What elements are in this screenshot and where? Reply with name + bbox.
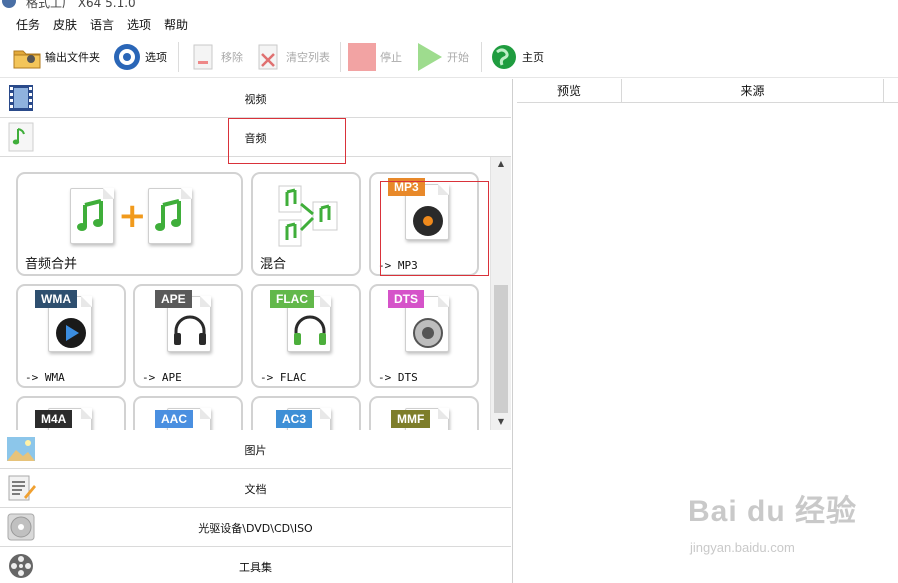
category-disc-label: 光驱设备\DVD\CD\ISO (198, 522, 313, 535)
tile-mmf[interactable]: MMF (369, 396, 479, 430)
menu-options[interactable]: 选项 (127, 16, 151, 33)
scroll-down-arrow-icon[interactable]: ▼ (491, 415, 511, 429)
wma-format-tag: WMA (35, 290, 77, 308)
stop-icon (347, 42, 377, 72)
tile-mix-label: 混合 (260, 257, 287, 272)
tile-wma[interactable]: WMA -> WMA (16, 284, 126, 388)
category-disc[interactable]: 光驱设备\DVD\CD\ISO (0, 508, 511, 547)
tile-ape-label: -> APE (142, 371, 182, 384)
m4a-format-tag: M4A (35, 410, 73, 428)
dts-format-tag: DTS (388, 290, 424, 308)
home-label: 主页 (522, 51, 544, 64)
category-video-label: 视频 (244, 93, 267, 106)
output-folder-button[interactable]: 输出文件夹 (12, 40, 100, 74)
options-button[interactable]: 选项 (112, 40, 167, 74)
ape-format-tag: APE (155, 290, 192, 308)
grid-scrollbar[interactable]: ▲ ▼ (490, 157, 511, 430)
remove-doc-icon (188, 42, 218, 72)
category-document-label: 文档 (244, 483, 267, 496)
highlight-box-mp3 (380, 181, 489, 276)
output-folder-label: 输出文件夹 (45, 51, 100, 64)
app-icon (2, 0, 16, 8)
highlight-box-audio (228, 118, 346, 164)
music-doc-icon (148, 188, 192, 244)
remove-button[interactable]: 移除 (188, 40, 243, 74)
watermark-sub-text: jingyan.baidu.com (690, 540, 795, 555)
tile-mix[interactable]: 混合 (251, 172, 361, 276)
tile-audio-join-label: 音频合并 (25, 257, 78, 272)
globe-icon (489, 42, 519, 72)
play-icon (414, 42, 444, 72)
home-button[interactable]: 主页 (489, 40, 544, 74)
menu-help[interactable]: 帮助 (164, 16, 188, 33)
toolbar-divider (178, 42, 179, 72)
window-title: 格式工厂 X64 5.1.0 (26, 0, 136, 10)
stop-label: 停止 (380, 51, 402, 64)
category-tools[interactable]: 工具集 (0, 547, 511, 583)
clear-list-button[interactable]: 清空列表 (253, 40, 330, 74)
mix-icon (275, 184, 341, 250)
tile-ac3[interactable]: AC3 (251, 396, 361, 430)
tile-flac[interactable]: FLAC -> FLAC (251, 284, 361, 388)
tile-dts-label: -> DTS (378, 371, 418, 384)
toolbar-divider (481, 42, 482, 72)
tile-m4a[interactable]: M4A (16, 396, 126, 430)
options-gear-icon (112, 42, 142, 72)
category-image[interactable]: 图片 (0, 430, 511, 469)
menu-skin[interactable]: 皮肤 (53, 16, 77, 33)
title-bar: 格式工厂 X64 5.1.0 (0, 0, 898, 12)
menu-bar: 任务 皮肤 语言 选项 帮助 (0, 13, 898, 35)
clear-list-icon (253, 42, 283, 72)
category-tools-label: 工具集 (239, 561, 272, 574)
tile-wma-label: -> WMA (25, 371, 65, 384)
start-button[interactable]: 开始 (414, 40, 469, 74)
mmf-format-tag: MMF (391, 410, 431, 428)
scroll-thumb[interactable] (494, 285, 508, 413)
tile-audio-join[interactable]: + 音频合并 (16, 172, 243, 276)
tile-aac[interactable]: AAC (133, 396, 243, 430)
toolbar-divider (340, 42, 341, 72)
plus-icon: + (118, 196, 147, 236)
category-image-label: 图片 (244, 444, 267, 457)
flac-format-tag: FLAC (270, 290, 314, 308)
category-video[interactable]: 视频 (0, 79, 511, 118)
category-document[interactable]: 文档 (0, 469, 511, 508)
tile-ape[interactable]: APE -> APE (133, 284, 243, 388)
toolbar: 输出文件夹 选项 移除 清空列表 停止 开始 主页 (0, 36, 898, 78)
menu-task[interactable]: 任务 (16, 16, 40, 33)
aac-format-tag: AAC (155, 410, 193, 428)
scroll-up-arrow-icon[interactable]: ▲ (491, 157, 511, 171)
stop-button[interactable]: 停止 (347, 40, 402, 74)
remove-label: 移除 (221, 51, 243, 64)
tile-dts[interactable]: DTS -> DTS (369, 284, 479, 388)
folder-icon (12, 42, 42, 72)
task-list-header: 预览 来源 (517, 79, 898, 103)
baidu-watermark: Bai du 经验 jingyan.baidu.com (688, 486, 888, 566)
clear-list-label: 清空列表 (286, 51, 330, 64)
column-header-source[interactable]: 来源 (622, 79, 884, 103)
options-label: 选项 (145, 51, 167, 64)
watermark-main-text: Bai du 经验 (688, 495, 858, 528)
tile-flac-label: -> FLAC (260, 371, 307, 384)
ac3-format-tag: AC3 (276, 410, 313, 428)
start-label: 开始 (447, 51, 469, 64)
menu-language[interactable]: 语言 (90, 16, 114, 33)
music-doc-icon (70, 188, 114, 244)
column-header-preview[interactable]: 预览 (517, 79, 622, 103)
